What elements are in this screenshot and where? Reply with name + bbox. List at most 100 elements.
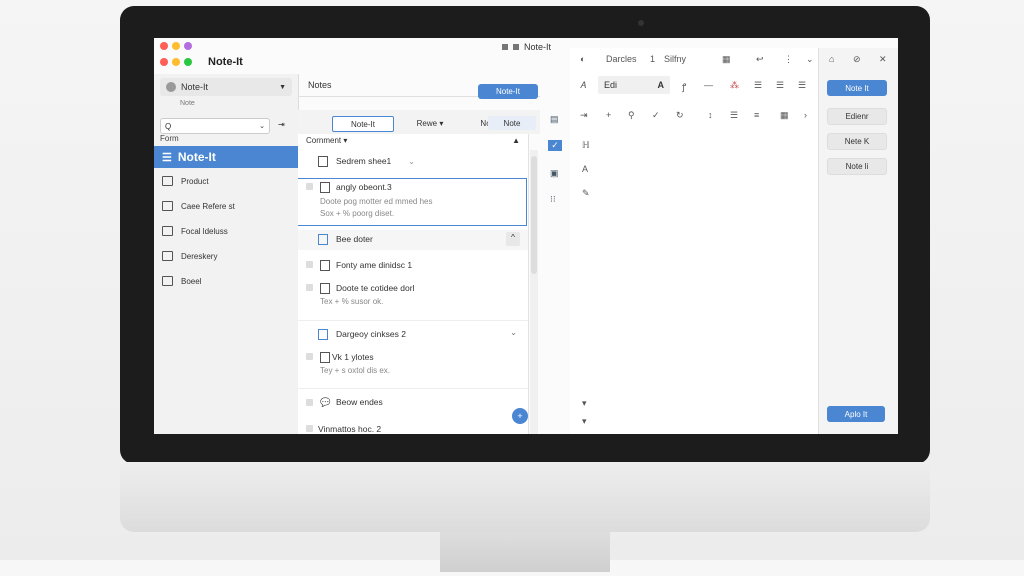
font-select[interactable]: Edi A <box>598 76 670 94</box>
expand-icon[interactable]: ⇥ <box>278 120 285 129</box>
close-icon[interactable]: ✕ <box>879 54 887 65</box>
group-title: Dargeoy cinkses 2 <box>336 329 406 339</box>
collapse-icon[interactable]: ▲ <box>512 136 520 145</box>
split-icon[interactable]: ⁝⁝ <box>550 194 556 205</box>
item-title: angly obeont.3 <box>336 182 392 192</box>
nete-button[interactable]: Nete K <box>827 133 887 150</box>
scrollbar-thumb[interactable] <box>531 156 537 274</box>
list-group[interactable]: Dargeoy cinkses 2 ⌄ <box>298 320 528 343</box>
bell-icon[interactable]: ⌂ <box>829 54 834 64</box>
insert-icon[interactable]: ⇥ <box>580 110 588 121</box>
note-li-button[interactable]: Note li <box>827 158 887 175</box>
pen-icon[interactable]: ✎ <box>582 188 590 199</box>
toolbar-silfny[interactable]: Silfny <box>664 54 686 64</box>
document-icon <box>320 283 330 294</box>
zoom-icon[interactable] <box>184 42 192 50</box>
font-icon[interactable]: 𝐴 <box>580 80 586 91</box>
apply-button[interactable]: Aplo It <box>827 406 885 422</box>
tab-rewe[interactable]: Rewe ▾ <box>400 116 460 130</box>
list-item[interactable]: Doote te cotidee dorl Tex + % susor ok. <box>298 283 528 313</box>
checkbox[interactable] <box>306 399 313 406</box>
strike-icon[interactable]: ꝭ <box>682 80 686 93</box>
search-icon: Q <box>165 121 172 131</box>
list-item[interactable]: Vk 1 ylotes Tey + s oxtol dis ex. <box>298 352 528 382</box>
editor[interactable]: ◐ Darcles 1 Silfny ▦ ↩ ⋮ ⌄ 𝐴 Edi A ꝭ — ⁂… <box>570 48 820 434</box>
align-center-icon[interactable]: ☰ <box>776 80 784 91</box>
sidebar-item[interactable]: Caee Refere st <box>162 201 235 211</box>
minimize-icon[interactable] <box>172 58 180 66</box>
account-sub: Note <box>180 100 195 107</box>
checkbox[interactable] <box>306 425 313 432</box>
chevron-right-icon[interactable]: › <box>804 110 807 120</box>
heading-icon[interactable]: ℍ <box>582 140 590 151</box>
add-note-button[interactable]: + <box>512 408 528 424</box>
screen: Note-It Note-It Note-It ▼ Note Q ⌄ ⇥ For… <box>154 38 898 434</box>
window-icon <box>502 44 508 50</box>
checkbox[interactable] <box>306 353 313 360</box>
sidebar-item[interactable]: Focal ldeluss <box>162 226 228 236</box>
more-icon[interactable]: ⋮ <box>784 54 793 65</box>
editor-button[interactable]: Edienr <box>827 108 887 125</box>
save-icon[interactable]: ▣ <box>550 168 559 179</box>
checkbox[interactable] <box>306 261 313 268</box>
chevron-up-icon[interactable]: ^ <box>506 232 520 246</box>
window-title: Note-It <box>502 42 551 52</box>
search-icon[interactable]: ⚲ <box>628 110 635 121</box>
tab-note-it[interactable]: Note-It <box>332 116 394 132</box>
align-right-icon[interactable]: ☰ <box>798 80 806 91</box>
plus-icon[interactable]: + <box>606 110 611 120</box>
arrow-down-icon[interactable]: ▾ <box>582 416 587 427</box>
window-controls <box>160 42 192 50</box>
sync-icon[interactable]: ◐ <box>580 54 585 64</box>
redo-icon[interactable]: ↻ <box>676 110 684 121</box>
list-item[interactable]: angly obeont.3 Doote pog motter ed mmed … <box>298 178 527 226</box>
sidebar-item-selected[interactable]: ☰ Note-It <box>154 146 298 168</box>
list-header[interactable]: Cornment ▾ <box>306 136 347 145</box>
color-icon[interactable]: ⁂ <box>730 80 739 91</box>
minimize-icon[interactable] <box>172 42 180 50</box>
text-icon[interactable]: A <box>582 164 588 174</box>
compass-icon[interactable]: ⊘ <box>853 54 861 65</box>
note-it-button[interactable]: Note It <box>827 80 887 96</box>
sidebar-item[interactable]: Dereskery <box>162 251 217 261</box>
minus-icon[interactable]: — <box>704 80 713 90</box>
grid-icon[interactable]: ▦ <box>722 54 731 65</box>
checkbox[interactable] <box>306 284 313 291</box>
chevron-down-icon[interactable]: ⌄ <box>510 327 517 338</box>
note-it-button[interactable]: Note-It <box>478 84 538 99</box>
account-switcher[interactable]: Note-It ▼ <box>160 78 292 96</box>
sidebar-item-label: Product <box>181 176 209 186</box>
tab-note[interactable]: Note <box>488 116 536 130</box>
back-icon[interactable]: ↩ <box>756 54 764 65</box>
document-icon <box>318 234 328 245</box>
maximize-icon[interactable] <box>184 58 192 66</box>
item-title: Vinmattos hoc. 2 <box>318 424 382 434</box>
window-icon <box>513 44 519 50</box>
toolbar-darcles[interactable]: Darcles <box>606 54 637 64</box>
document-icon <box>318 329 328 340</box>
close-icon[interactable] <box>160 58 168 66</box>
line-height-icon[interactable]: ↕ <box>708 110 713 120</box>
align-left-icon[interactable]: ☰ <box>754 80 762 91</box>
check-icon[interactable]: ✓ <box>548 140 562 151</box>
checkbox[interactable] <box>306 183 313 190</box>
folder-icon <box>162 251 173 261</box>
close-icon[interactable] <box>160 42 168 50</box>
app-name: Note-It <box>208 56 243 68</box>
item-snippet: Sox + % poorg diset. <box>320 209 395 218</box>
layout-icon[interactable]: ▤ <box>550 114 559 125</box>
check-icon[interactable]: ✓ <box>652 110 660 121</box>
sidebar-item[interactable]: Boeel <box>162 276 201 286</box>
list-group[interactable]: Bee doter ^ <box>298 230 528 250</box>
sidebar-item[interactable]: Product <box>162 176 209 186</box>
search-input[interactable]: Q ⌄ <box>160 118 270 134</box>
font-select-label: Edi <box>604 80 618 90</box>
list-item[interactable]: 💬 Beow endes <box>298 388 528 411</box>
table-icon[interactable]: ▦ <box>780 110 789 121</box>
list-icon[interactable]: ☰ <box>730 110 738 121</box>
chevron-down-icon[interactable]: ⌄ <box>806 54 814 65</box>
item-snippet: Tex + % susor ok. <box>320 297 384 306</box>
folder-icon <box>162 226 173 236</box>
justify-icon[interactable]: ≡ <box>754 110 759 120</box>
arrow-down-icon[interactable]: ▾ <box>582 398 587 409</box>
